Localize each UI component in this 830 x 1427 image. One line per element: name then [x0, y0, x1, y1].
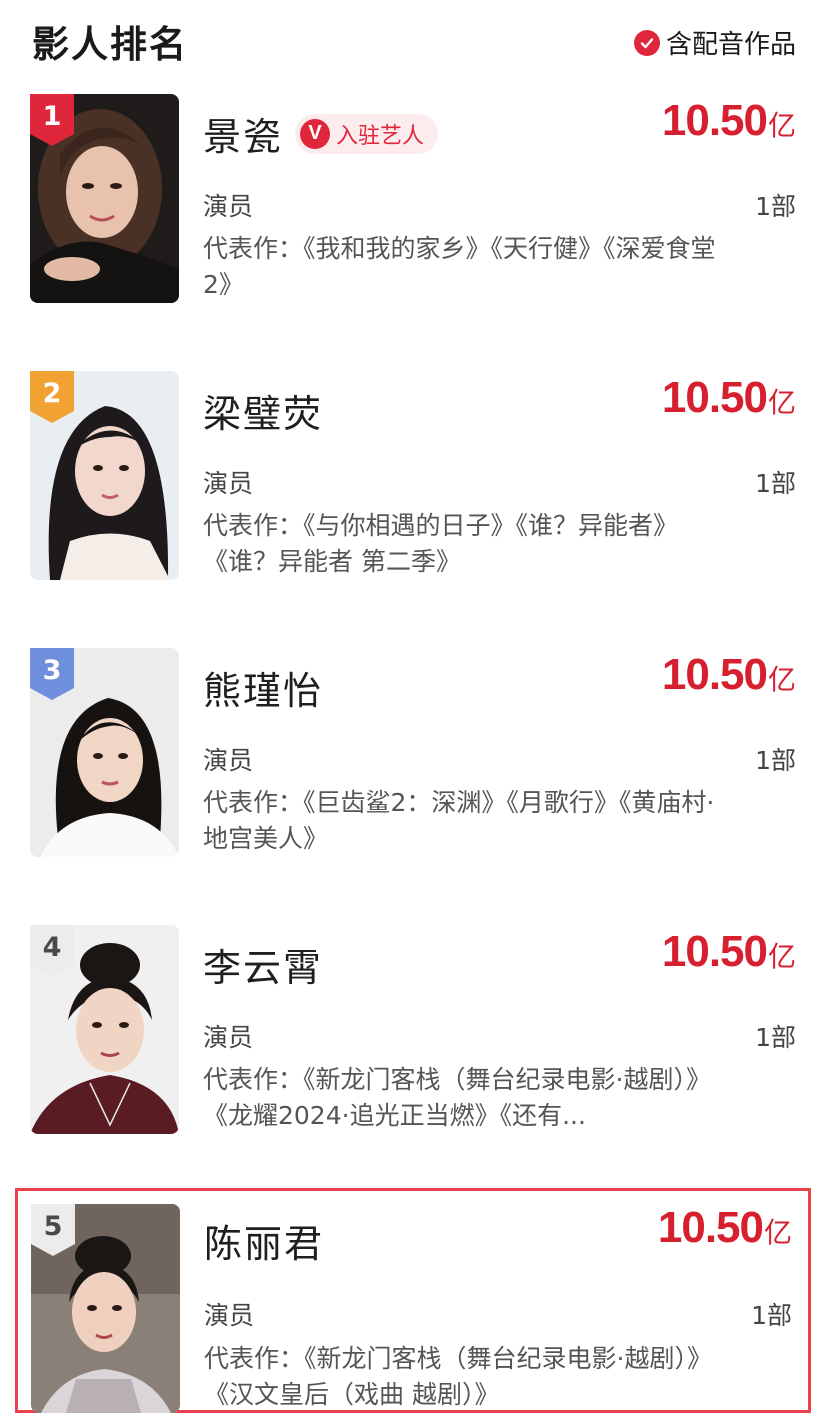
works-count: 1部: [755, 192, 796, 221]
rank-number: 4: [42, 932, 62, 963]
actor-name[interactable]: 李云霄: [203, 937, 323, 992]
actor-name[interactable]: 陈丽君: [204, 1213, 324, 1268]
actor-role: 演员: [204, 1301, 255, 1330]
ranking-row-2[interactable]: 2 梁璧荧 10.50 亿 演员 1部 代表作：《与你相遇的日子》《谁？异能者》…: [0, 371, 830, 591]
box-office-unit: 亿: [763, 1216, 792, 1249]
check-icon[interactable]: [633, 29, 660, 56]
include-voice-works-toggle[interactable]: 含配音作品: [633, 24, 796, 61]
rank-badge: 1: [30, 94, 74, 146]
box-office-value: 10.50: [661, 373, 768, 422]
actor-ranking-page: 影人排名 含配音作品 1 景瓷 V 入驻艺人 10.50 亿 演员 1部 代表作…: [0, 0, 830, 1427]
actor-role: 演员: [203, 1023, 254, 1052]
rank-badge: 4: [30, 925, 74, 977]
box-office-unit: 亿: [767, 663, 796, 696]
actor-name[interactable]: 景瓷: [203, 106, 283, 161]
representative-works: 代表作：《新龙门客栈（舞台纪录电影·越剧）》《汉文皇后（戏曲 越剧）》: [204, 1344, 712, 1409]
box-office-unit: 亿: [767, 940, 796, 973]
box-office-value: 10.50: [657, 1203, 764, 1252]
box-office: 10.50 亿: [662, 96, 796, 146]
verified-label: 入驻艺人: [336, 123, 425, 149]
works-count: 1部: [755, 469, 796, 498]
box-office-value: 10.50: [661, 96, 768, 145]
representative-works: 代表作：《与你相遇的日子》《谁？异能者》《谁？异能者 第二季》: [203, 511, 679, 576]
rank-badge: 5: [31, 1204, 75, 1256]
representative-works: 代表作：《巨齿鲨2：深渊》《月歌行》《黄庙村·地宫美人》: [203, 788, 715, 853]
actor-name[interactable]: 梁璧荧: [203, 383, 323, 438]
filter-label: 含配音作品: [665, 30, 796, 60]
header: 影人排名 含配音作品: [0, 0, 830, 86]
rank-number: 2: [42, 378, 62, 409]
box-office-value: 10.50: [661, 927, 768, 976]
works-count: 1部: [755, 1023, 796, 1052]
box-office: 10.50 亿: [658, 1203, 792, 1253]
ranking-row-3[interactable]: 3 熊瑾怡 10.50 亿 演员 1部 代表作：《巨齿鲨2：深渊》《月歌行》《黄…: [0, 648, 830, 868]
verified-artist-badge: V 入驻艺人: [295, 113, 439, 154]
rank-number: 5: [43, 1211, 63, 1242]
rank-number: 1: [42, 101, 62, 132]
actor-name[interactable]: 熊瑾怡: [203, 660, 323, 715]
actor-role: 演员: [203, 469, 254, 498]
actor-role: 演员: [203, 192, 254, 221]
rank-number: 3: [42, 655, 62, 686]
ranking-row-5[interactable]: 5 陈丽君 10.50 亿 演员 1部 代表作：《新龙门客栈（舞台纪录电影·越剧…: [15, 1188, 811, 1413]
rank-badge: 2: [30, 371, 74, 423]
box-office: 10.50 亿: [662, 927, 796, 977]
page-title: 影人排名: [32, 23, 188, 66]
representative-works: 代表作：《我和我的家乡》《天行健》《深爱食堂2》: [203, 234, 716, 299]
box-office: 10.50 亿: [662, 650, 796, 700]
box-office-unit: 亿: [767, 109, 796, 142]
rank-badge: 3: [30, 648, 74, 700]
works-count: 1部: [755, 746, 796, 775]
box-office: 10.50 亿: [662, 373, 796, 423]
box-office-value: 10.50: [661, 650, 768, 699]
box-office-unit: 亿: [767, 386, 796, 419]
representative-works: 代表作：《新龙门客栈（舞台纪录电影·越剧）》《龙耀2024·追光正当燃》《还有.…: [203, 1065, 711, 1130]
ranking-row-1[interactable]: 1 景瓷 V 入驻艺人 10.50 亿 演员 1部 代表作：《我和我的家乡》《天…: [0, 94, 830, 314]
verified-v-icon: V: [300, 118, 330, 149]
actor-role: 演员: [203, 746, 254, 775]
works-count: 1部: [751, 1301, 792, 1330]
ranking-row-4[interactable]: 4 李云霄 10.50 亿 演员 1部 代表作：《新龙门客栈（舞台纪录电影·越剧…: [0, 925, 830, 1145]
